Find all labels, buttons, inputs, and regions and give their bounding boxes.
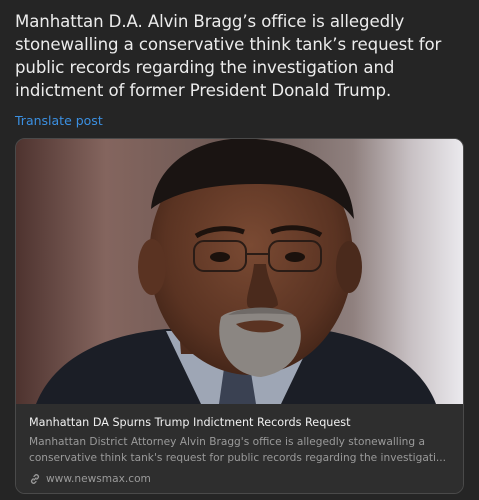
link-preview-image[interactable] [16,139,463,404]
description-line-2: conservative think tank's request for pu… [29,451,447,464]
link-preview-source[interactable]: www.newsmax.com [29,473,151,485]
link-icon [29,473,41,485]
description-line-1: Manhattan District Attorney Alvin Bragg'… [29,436,425,448]
source-domain[interactable]: www.newsmax.com [46,473,151,485]
link-preview-card[interactable]: Manhattan DA Spurns Trump Indictment Rec… [15,138,464,494]
portrait-illustration [16,139,463,404]
link-preview-body[interactable]: Manhattan DA Spurns Trump Indictment Rec… [16,404,463,493]
translate-post-link[interactable]: Translate post [15,113,103,128]
link-preview-description: Manhattan District Attorney Alvin Bragg'… [29,435,454,466]
link-preview-title[interactable]: Manhattan DA Spurns Trump Indictment Rec… [29,416,454,429]
post-text: Manhattan D.A. Alvin Bragg’s office is a… [15,12,442,100]
